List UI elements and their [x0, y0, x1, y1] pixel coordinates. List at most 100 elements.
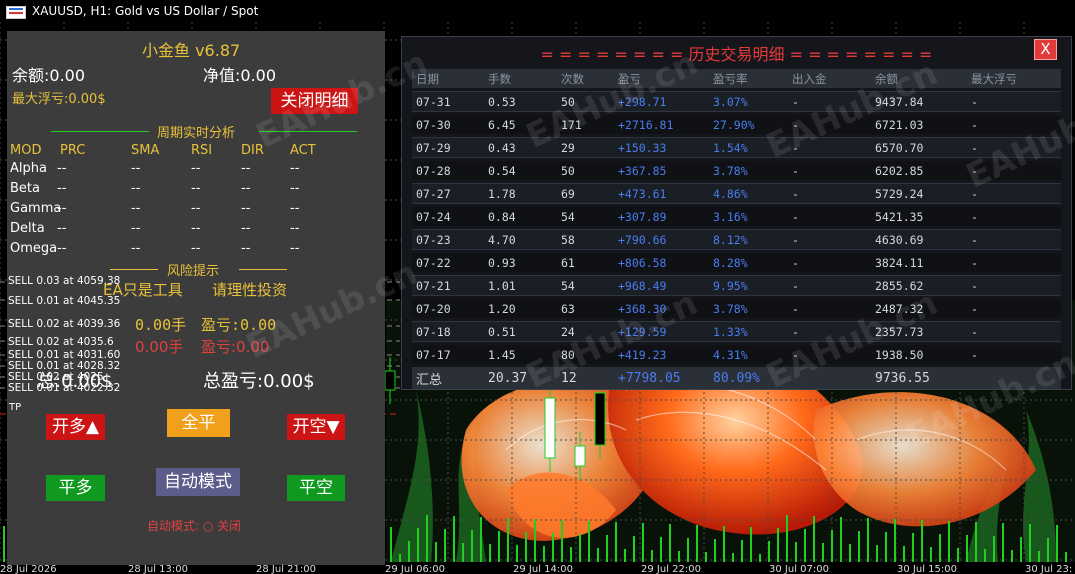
analysis-cell-act: -- [290, 181, 300, 196]
history-cell-count: 80 [557, 345, 614, 364]
analysis-cell-dir: -- [241, 161, 251, 176]
history-cell-lots: 1.20 [484, 299, 557, 318]
analysis-cell-sma: -- [131, 181, 141, 196]
analysis-cell-sma: -- [131, 241, 141, 256]
history-cell-lots: 1.45 [484, 345, 557, 364]
history-row: 07-28 0.54 50 +367.85 3.78% -6202.85- [412, 161, 1061, 180]
history-cell-balance: 9437.84 [871, 91, 967, 112]
tp-label: TP [9, 402, 22, 413]
history-cell-date: 07-27 [412, 183, 484, 204]
analysis-header-prc: PRC [60, 143, 86, 158]
close-all-button[interactable]: 全平 [167, 409, 230, 437]
history-cell-balance: 6570.70 [871, 137, 967, 158]
history-row: 07-23 4.70 58 +790.66 8.12% -4630.69- [412, 229, 1061, 250]
open-long-button[interactable]: 开多▲ [46, 414, 105, 440]
analysis-cell-sma: -- [131, 161, 141, 176]
chart-area[interactable]: XAUUSD, H1: Gold vs US Dollar / Spot 小金鱼… [0, 0, 1075, 574]
history-cell-lots: 0.53 [484, 91, 557, 112]
history-row: 07-21 1.01 54 +968.49 9.95% -2855.62- [412, 275, 1061, 296]
history-cell-profit: +473.61 [614, 183, 709, 204]
history-cell-max-float: - [967, 275, 1061, 296]
history-cell-deposit: - [788, 91, 871, 112]
history-cell-max-float: - [967, 183, 1061, 204]
history-cell-profit: +2716.81 [614, 115, 709, 134]
history-cell-deposit: - [788, 137, 871, 158]
history-title: = = = = = = = = 历史交易明细 = = = = = = = = [540, 45, 933, 64]
open-short-button[interactable]: 开空▼ [287, 414, 345, 440]
history-close-button[interactable]: X [1034, 39, 1057, 60]
history-cell-lots: 1.78 [484, 183, 557, 204]
history-cell-deposit: - [788, 183, 871, 204]
history-cell-profit: +790.66 [614, 229, 709, 250]
close-short-button[interactable]: 平空 [287, 475, 345, 501]
history-cell-balance: 6721.03 [871, 115, 967, 134]
history-cell-balance: 5421.35 [871, 207, 967, 226]
candle-body [384, 370, 396, 391]
equity-label: 净值:0.00 [203, 66, 277, 85]
history-col-max-float: 最大浮亏 [967, 69, 1061, 88]
history-cell-profit: +150.33 [614, 137, 709, 158]
history-cell-max-float: - [967, 137, 1061, 158]
summary-cell-date: 汇总 [412, 367, 484, 389]
history-row: 07-17 1.45 80 +419.23 4.31% -1938.50- [412, 345, 1061, 364]
sell-profit: 盈亏:0.00 [201, 338, 270, 356]
summary-cell-count: 12 [557, 367, 614, 389]
summary-cell-lots: 20.37 [484, 367, 557, 389]
analysis-cell-name: Delta [10, 221, 45, 236]
history-cell-count: 63 [557, 299, 614, 318]
history-col-deposit: 出入金 [788, 69, 871, 88]
analysis-cell-prc: -- [57, 241, 67, 256]
history-cell-max-float: - [967, 299, 1061, 318]
history-cell-profit-rate: 3.16% [709, 207, 788, 226]
history-cell-profit: +968.49 [614, 275, 709, 296]
history-cell-date: 07-30 [412, 115, 484, 134]
analysis-header-sma: SMA [131, 143, 160, 158]
history-cell-lots: 0.84 [484, 207, 557, 226]
analysis-header-dir: DIR [241, 143, 264, 158]
history-cell-date: 07-20 [412, 299, 484, 318]
history-cell-max-float: - [967, 321, 1061, 342]
order-line-label: SELL 0.02 at 4039.36 [8, 318, 121, 330]
history-summary-row: 汇总 20.37 12 +7798.05 80.09% 9736.55 [412, 367, 1061, 389]
history-cell-count: 29 [557, 137, 614, 158]
analysis-cell-sma: -- [131, 221, 141, 236]
history-cell-profit-rate: 8.28% [709, 253, 788, 272]
history-row: 07-24 0.84 54 +307.89 3.16% -5421.35- [412, 207, 1061, 226]
x-axis-label: 28 Jul 21:00 [256, 564, 316, 574]
history-cell-lots: 0.54 [484, 161, 557, 180]
auto-mode-button[interactable]: 自动模式 [156, 468, 240, 496]
analysis-divider-left [51, 131, 149, 132]
close-long-button[interactable]: 平多 [46, 475, 105, 501]
history-table: 日期 手数 次数 盈亏 盈亏率 出入金 余额 最大浮亏 07-31 0.53 50 +298.71 3… [412, 66, 1061, 392]
history-cell-date: 07-24 [412, 207, 484, 226]
history-cell-profit: +419.23 [614, 345, 709, 364]
history-cell-count: 61 [557, 253, 614, 272]
trade-history-panel: = = = = = = = = 历史交易明细 = = = = = = = = X… [401, 36, 1072, 390]
history-cell-date: 07-28 [412, 161, 484, 180]
risk-divider-right [239, 269, 287, 270]
analysis-cell-prc: -- [57, 221, 67, 236]
history-cell-lots: 0.43 [484, 137, 557, 158]
x-axis-label: 30 Jul 23: [1025, 564, 1073, 574]
buy-profit: 盈亏:0.00 [201, 316, 277, 334]
history-cell-lots: 0.51 [484, 321, 557, 342]
max-float-loss: 最大浮亏:0.00$ [12, 92, 106, 107]
history-cell-deposit: - [788, 275, 871, 296]
history-row: 07-27 1.78 69 +473.61 4.86% -5729.24- [412, 183, 1061, 204]
history-cell-profit-rate: 8.12% [709, 229, 788, 250]
history-row: 07-29 0.43 29 +150.33 1.54% -6570.70- [412, 137, 1061, 158]
history-cell-balance: 2357.73 [871, 321, 967, 342]
history-cell-balance: 4630.69 [871, 229, 967, 250]
history-cell-balance: 5729.24 [871, 183, 967, 204]
x-axis-label: 28 Jul 2026 [0, 564, 57, 574]
x-axis-label: 30 Jul 15:00 [897, 564, 957, 574]
balance-label: 余额:0.00 [12, 66, 86, 85]
history-cell-balance: 3824.11 [871, 253, 967, 272]
history-cell-profit-rate: 9.95% [709, 275, 788, 296]
sell-lots: 0.00手 [135, 338, 184, 356]
history-cell-count: 171 [557, 115, 614, 134]
order-line-label: SELL 0.01 at 4022.32 [8, 382, 121, 394]
analysis-cell-rsi: -- [191, 181, 201, 196]
history-row: 07-20 1.20 63 +368.30 3.78% -2487.32- [412, 299, 1061, 318]
close-detail-button[interactable]: 关闭明细 [271, 88, 358, 114]
